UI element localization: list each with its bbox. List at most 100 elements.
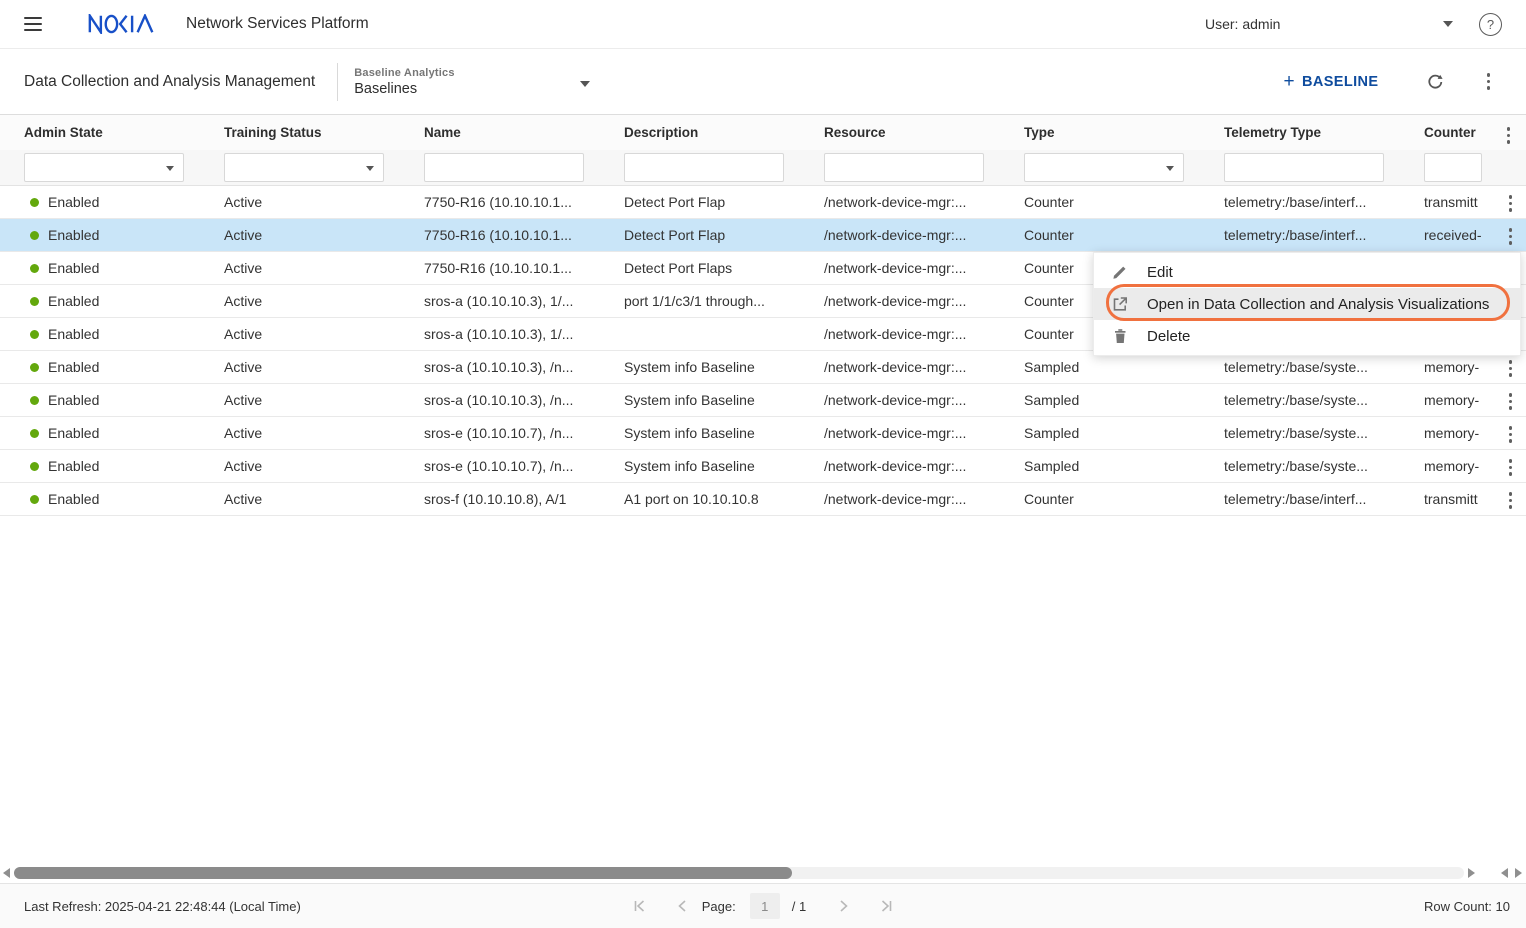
scroll-right-icon[interactable] bbox=[1468, 868, 1475, 878]
cell-resource: /network-device-mgr:... bbox=[824, 252, 1024, 284]
admin-state-label: Enabled bbox=[48, 326, 99, 342]
admin-state-label: Enabled bbox=[48, 392, 99, 408]
scroll-step-left-icon[interactable] bbox=[1501, 868, 1508, 878]
cell-telemetry-type: telemetry:/base/interf... bbox=[1224, 219, 1424, 251]
table-settings-kebab-icon[interactable] bbox=[1505, 125, 1513, 146]
row-actions-kebab-icon[interactable] bbox=[1507, 424, 1515, 445]
toolbar-kebab-icon[interactable] bbox=[1485, 71, 1493, 92]
cell-training-status: Active bbox=[224, 186, 424, 218]
menu-item-edit[interactable]: Edit bbox=[1094, 256, 1520, 288]
add-baseline-label: BASELINE bbox=[1302, 74, 1379, 90]
status-bar: Last Refresh: 2025-04-21 22:48:44 (Local… bbox=[0, 883, 1526, 928]
add-baseline-button[interactable]: + BASELINE bbox=[1277, 71, 1384, 92]
admin-state-label: Enabled bbox=[48, 458, 99, 474]
cell-admin-state: Enabled bbox=[0, 351, 224, 383]
scroll-step-right-icon[interactable] bbox=[1515, 868, 1522, 878]
column-header-resource[interactable]: Resource bbox=[824, 115, 1024, 150]
page-title: Data Collection and Analysis Management bbox=[24, 73, 315, 91]
menu-item-open-in-visualizations[interactable]: Open in Data Collection and Analysis Vis… bbox=[1094, 288, 1520, 320]
cell-resource: /network-device-mgr:... bbox=[824, 285, 1024, 317]
column-header-name[interactable]: Name bbox=[424, 115, 624, 150]
row-actions-kebab-icon[interactable] bbox=[1507, 193, 1515, 214]
cell-name: sros-e (10.10.10.7), /n... bbox=[424, 417, 624, 449]
refresh-icon[interactable] bbox=[1425, 72, 1445, 92]
prev-page-icon[interactable] bbox=[675, 899, 690, 913]
table-row[interactable]: EnabledActivesros-e (10.10.10.7), /n...S… bbox=[0, 417, 1526, 450]
filter-cell bbox=[224, 153, 424, 182]
table-row[interactable]: EnabledActive7750-R16 (10.10.10.1...Dete… bbox=[0, 186, 1526, 219]
column-header-admin-state[interactable]: Admin State bbox=[0, 115, 224, 150]
cell-training-status: Active bbox=[224, 252, 424, 284]
column-header-training-status[interactable]: Training Status bbox=[224, 115, 424, 150]
cell-telemetry-type: telemetry:/base/interf... bbox=[1224, 483, 1424, 515]
cell-name: sros-f (10.10.10.8), A/1 bbox=[424, 483, 624, 515]
chevron-down-icon bbox=[166, 166, 174, 171]
filter-select-admin-state[interactable] bbox=[24, 153, 184, 182]
cell-admin-state: Enabled bbox=[0, 450, 224, 482]
status-dot-enabled bbox=[30, 231, 39, 240]
cell-training-status: Active bbox=[224, 417, 424, 449]
cell-description: System info Baseline bbox=[624, 351, 824, 383]
cell-admin-state: Enabled bbox=[0, 417, 224, 449]
status-dot-enabled bbox=[30, 264, 39, 273]
table-row[interactable]: EnabledActivesros-e (10.10.10.7), /n...S… bbox=[0, 450, 1526, 483]
table-row[interactable]: EnabledActivesros-a (10.10.10.3), /n...S… bbox=[0, 384, 1526, 417]
cell-name: 7750-R16 (10.10.10.1... bbox=[424, 186, 624, 218]
menu-icon[interactable] bbox=[24, 17, 42, 31]
admin-state-label: Enabled bbox=[48, 227, 99, 243]
cell-description: System info Baseline bbox=[624, 450, 824, 482]
cell-type: Sampled bbox=[1024, 450, 1224, 482]
filter-input-resource[interactable] bbox=[824, 153, 984, 182]
help-icon[interactable]: ? bbox=[1479, 13, 1502, 36]
scroll-left-icon[interactable] bbox=[3, 868, 10, 878]
cell-name: sros-a (10.10.10.3), /n... bbox=[424, 351, 624, 383]
view-selector-dropdown[interactable]: Baseline Analytics Baselines bbox=[354, 67, 594, 97]
cell-training-status: Active bbox=[224, 450, 424, 482]
row-actions-kebab-icon[interactable] bbox=[1507, 490, 1515, 511]
scrollbar-thumb[interactable] bbox=[14, 867, 792, 879]
table-row[interactable]: EnabledActivesros-f (10.10.10.8), A/1A1 … bbox=[0, 483, 1526, 516]
status-dot-enabled bbox=[30, 462, 39, 471]
cell-type: Counter bbox=[1024, 483, 1224, 515]
filter-cell bbox=[424, 153, 624, 182]
cell-training-status: Active bbox=[224, 318, 424, 350]
row-count-text: Row Count: 10 bbox=[1424, 899, 1510, 914]
plus-icon: + bbox=[1283, 72, 1295, 91]
cell-telemetry-type: telemetry:/base/syste... bbox=[1224, 384, 1424, 416]
column-header-telemetry-type[interactable]: Telemetry Type bbox=[1224, 115, 1424, 150]
row-actions-kebab-icon[interactable] bbox=[1507, 391, 1515, 412]
chevron-down-icon bbox=[580, 81, 590, 87]
row-actions-kebab-icon[interactable] bbox=[1507, 226, 1515, 247]
column-header-description[interactable]: Description bbox=[624, 115, 824, 150]
user-label: User: admin bbox=[1205, 16, 1280, 32]
filter-input-telemetry-type[interactable] bbox=[1224, 153, 1384, 182]
menu-item-delete[interactable]: Delete bbox=[1094, 320, 1520, 352]
table-header-row: Admin StateTraining StatusNameDescriptio… bbox=[0, 115, 1526, 150]
filter-input-name[interactable] bbox=[424, 153, 584, 182]
row-context-menu: Edit Open in Data Collection and Analysi… bbox=[1093, 252, 1521, 356]
admin-state-label: Enabled bbox=[48, 425, 99, 441]
cell-resource: /network-device-mgr:... bbox=[824, 450, 1024, 482]
row-actions-kebab-icon[interactable] bbox=[1507, 457, 1515, 478]
user-menu[interactable]: User: admin bbox=[1205, 16, 1453, 32]
row-actions-kebab-icon[interactable] bbox=[1507, 358, 1515, 379]
cell-admin-state: Enabled bbox=[0, 252, 224, 284]
cell-name: sros-a (10.10.10.3), 1/... bbox=[424, 318, 624, 350]
table-row[interactable]: EnabledActive7750-R16 (10.10.10.1...Dete… bbox=[0, 219, 1526, 252]
filter-input-description[interactable] bbox=[624, 153, 784, 182]
next-page-icon[interactable] bbox=[836, 899, 851, 913]
page-number-input[interactable]: 1 bbox=[750, 893, 780, 919]
filter-select-training-status[interactable] bbox=[224, 153, 384, 182]
cell-description: port 1/1/c3/1 through... bbox=[624, 285, 824, 317]
column-header-type[interactable]: Type bbox=[1024, 115, 1224, 150]
status-dot-enabled bbox=[30, 396, 39, 405]
cell-resource: /network-device-mgr:... bbox=[824, 219, 1024, 251]
status-dot-enabled bbox=[30, 363, 39, 372]
admin-state-label: Enabled bbox=[48, 260, 99, 276]
filter-select-type[interactable] bbox=[1024, 153, 1184, 182]
filter-input-counter[interactable] bbox=[1424, 153, 1482, 182]
cell-admin-state: Enabled bbox=[0, 483, 224, 515]
last-page-icon[interactable] bbox=[879, 899, 894, 913]
first-page-icon[interactable] bbox=[632, 899, 647, 913]
toolbar: Data Collection and Analysis Management … bbox=[0, 49, 1526, 115]
